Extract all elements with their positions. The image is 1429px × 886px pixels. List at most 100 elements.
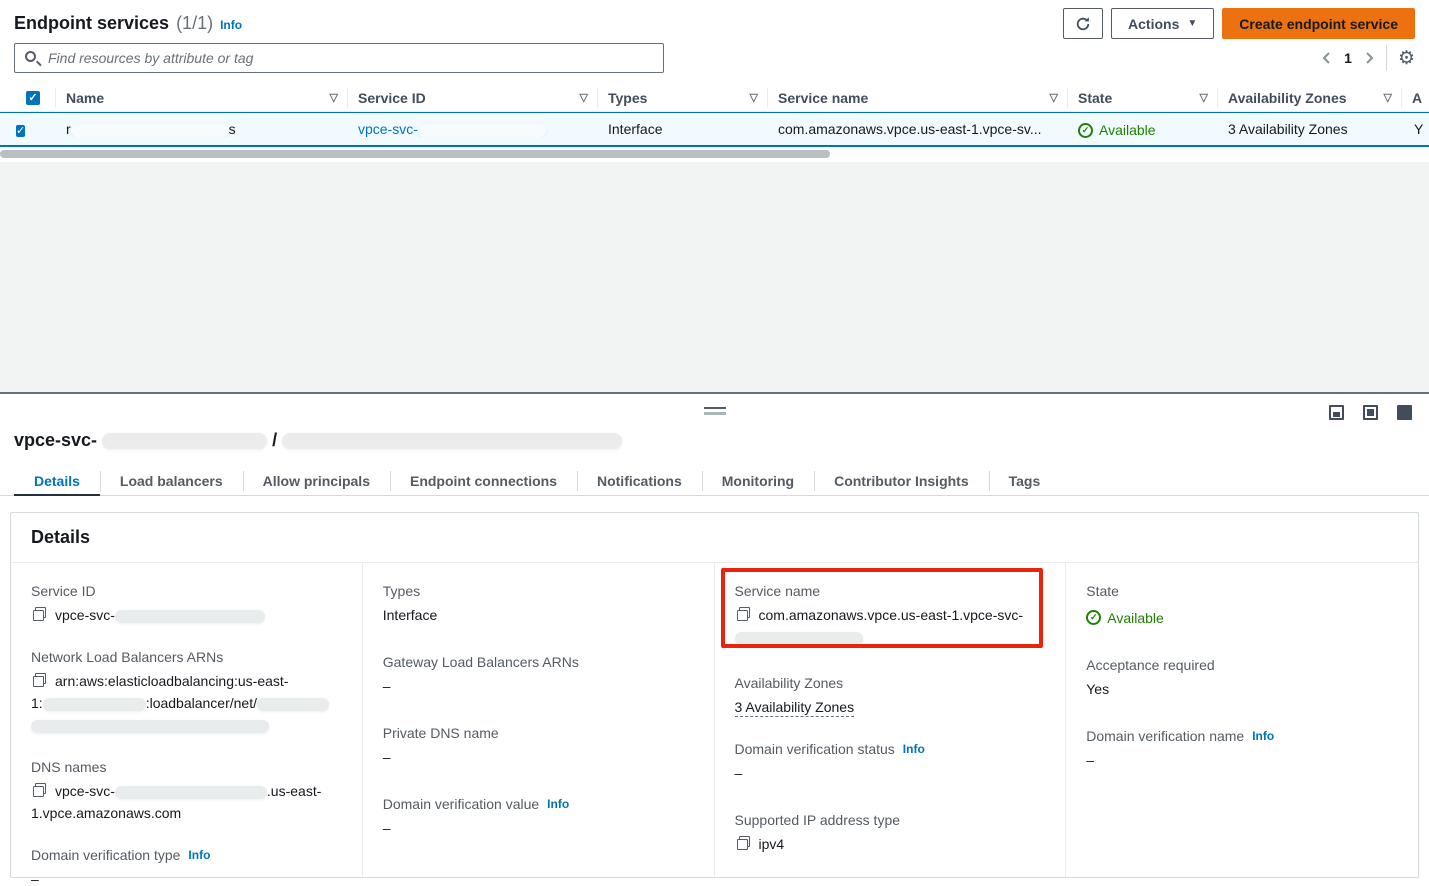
- table-header-row: ✓ Name ▽ Service ID ▽ Types ▽ Service na…: [0, 84, 1429, 112]
- service-id-cell: vpce-svc-: [348, 121, 598, 137]
- toolbar-divider: [1386, 45, 1387, 71]
- horizontal-scrollbar: [0, 150, 1429, 159]
- table-row[interactable]: ✓ rs vpce-svc- Interface com.amazonaws.v…: [0, 112, 1429, 147]
- tab-load-balancers[interactable]: Load balancers: [100, 466, 243, 495]
- actions-button[interactable]: Actions ▼: [1111, 8, 1214, 39]
- tab-allow-principals[interactable]: Allow principals: [243, 466, 390, 495]
- current-page[interactable]: 1: [1342, 50, 1354, 66]
- service-id-prefix: vpce-svc-: [358, 121, 418, 137]
- field-label: Availability Zones: [735, 673, 1046, 693]
- tab-contributor-insights[interactable]: Contributor Insights: [814, 466, 989, 495]
- column-header-types[interactable]: Types ▽: [598, 84, 768, 111]
- availability-zones-link[interactable]: 3 Availability Zones: [1228, 121, 1348, 137]
- title-group: Endpoint services (1/1) Info: [14, 13, 242, 34]
- field-label: Supported IP address type: [735, 810, 1046, 830]
- service-id-link[interactable]: vpce-svc-: [358, 121, 546, 137]
- name-cell: rs: [56, 121, 348, 137]
- split-panel: vpce-svc- / Details Load balancers Allow…: [0, 392, 1429, 886]
- field-label: Network Load Balancers ARNs: [31, 647, 342, 667]
- field-value: vpce-svc-.us-east- 1.vpce.amazonaws.com: [31, 780, 342, 824]
- page-title: Endpoint services: [14, 13, 169, 34]
- sort-icon[interactable]: ▽: [1384, 91, 1392, 104]
- select-all-checkbox[interactable]: ✓: [26, 91, 40, 105]
- panel-size-small-icon[interactable]: [1329, 405, 1344, 420]
- types-field: Types Interface: [383, 581, 694, 626]
- availability-zones-link[interactable]: 3 Availability Zones: [735, 699, 855, 717]
- name-fragment: r: [66, 121, 71, 137]
- info-link[interactable]: Info: [903, 739, 925, 759]
- column-header-availability-zones[interactable]: Availability Zones ▽: [1218, 84, 1402, 111]
- field-value: 3 Availability Zones: [735, 696, 1046, 718]
- next-page-button[interactable]: [1365, 51, 1375, 65]
- redacted-text: [418, 124, 546, 137]
- state-badge: ✓ Available: [1078, 122, 1156, 138]
- column-header-service-id[interactable]: Service ID ▽: [348, 84, 598, 111]
- info-link[interactable]: Info: [220, 18, 242, 32]
- header-actions: Actions ▼ Create endpoint service: [1063, 8, 1415, 39]
- domain-verification-name-field: Domain verification nameInfo –: [1086, 726, 1398, 771]
- private-dns-name-field: Private DNS name –: [383, 723, 694, 768]
- redacted-text: [115, 786, 267, 799]
- details-card: Details Service ID vpce-svc- Network Loa…: [10, 512, 1419, 878]
- info-link[interactable]: Info: [188, 845, 210, 865]
- settings-gear-icon[interactable]: ⚙: [1398, 49, 1415, 68]
- copy-icon[interactable]: [31, 607, 48, 622]
- search-box: [14, 43, 664, 73]
- field-label: Domain verification statusInfo: [735, 739, 1046, 759]
- acceptance-required-field: Acceptance required Yes: [1086, 655, 1398, 700]
- column-header-service-name[interactable]: Service name ▽: [768, 84, 1068, 111]
- split-panel-drag-handle[interactable]: [704, 407, 726, 415]
- tab-tags[interactable]: Tags: [989, 466, 1061, 495]
- tab-monitoring[interactable]: Monitoring: [702, 466, 814, 495]
- field-value: –: [1086, 749, 1398, 771]
- panel-size-medium-icon[interactable]: [1363, 405, 1378, 420]
- field-value: –: [383, 675, 694, 697]
- field-label: Service name: [735, 581, 1046, 601]
- name-fragment: s: [229, 121, 236, 137]
- sort-icon[interactable]: ▽: [1200, 91, 1208, 104]
- copy-icon[interactable]: [31, 673, 48, 688]
- sort-icon[interactable]: ▽: [1050, 91, 1058, 104]
- sort-icon[interactable]: ▽: [330, 91, 338, 104]
- sort-icon[interactable]: ▽: [750, 91, 758, 104]
- copy-icon[interactable]: [31, 783, 48, 798]
- tab-notifications[interactable]: Notifications: [577, 466, 702, 495]
- panel-size-large-icon[interactable]: [1397, 405, 1412, 420]
- redacted-text: [71, 124, 229, 137]
- previous-page-button[interactable]: [1321, 51, 1331, 65]
- copy-icon[interactable]: [735, 836, 752, 851]
- field-label: Gateway Load Balancers ARNs: [383, 652, 694, 672]
- copy-icon[interactable]: [735, 607, 752, 622]
- field-label: Service ID: [31, 581, 342, 601]
- split-panel-title: vpce-svc- /: [14, 430, 622, 451]
- column-label: Availability Zones: [1228, 90, 1347, 106]
- column-header-name[interactable]: Name ▽: [56, 84, 348, 111]
- panel-title-prefix: vpce-svc-: [14, 430, 97, 451]
- tab-details[interactable]: Details: [14, 466, 100, 495]
- refresh-button[interactable]: [1063, 8, 1103, 39]
- field-value: Yes: [1086, 678, 1398, 700]
- field-label: State: [1086, 581, 1398, 601]
- caret-down-icon: ▼: [1187, 18, 1197, 29]
- glb-arns-field: Gateway Load Balancers ARNs –: [383, 652, 694, 697]
- sort-icon[interactable]: ▽: [580, 91, 588, 104]
- domain-verification-value-field: Domain verification valueInfo –: [383, 794, 694, 839]
- column-header-state[interactable]: State ▽: [1068, 84, 1218, 111]
- state-badge: ✓ Available: [1086, 607, 1164, 629]
- details-column-1: Service ID vpce-svc- Network Load Balanc…: [11, 563, 363, 877]
- field-label: DNS names: [31, 757, 342, 777]
- details-column-2: Types Interface Gateway Load Balancers A…: [363, 563, 715, 877]
- search-icon: [25, 51, 36, 62]
- horizontal-scrollbar-thumb[interactable]: [0, 150, 830, 158]
- column-label: Name: [66, 90, 104, 106]
- state-cell: ✓ Available: [1068, 120, 1218, 139]
- domain-verification-status-field: Domain verification statusInfo –: [735, 739, 1046, 784]
- tab-endpoint-connections[interactable]: Endpoint connections: [390, 466, 577, 495]
- create-endpoint-service-button[interactable]: Create endpoint service: [1222, 8, 1415, 39]
- content-background: [0, 162, 1429, 392]
- info-link[interactable]: Info: [547, 794, 569, 814]
- column-header-acceptance[interactable]: A: [1402, 84, 1429, 111]
- search-input[interactable]: [14, 43, 664, 73]
- row-checkbox[interactable]: ✓: [16, 125, 25, 137]
- info-link[interactable]: Info: [1252, 726, 1274, 746]
